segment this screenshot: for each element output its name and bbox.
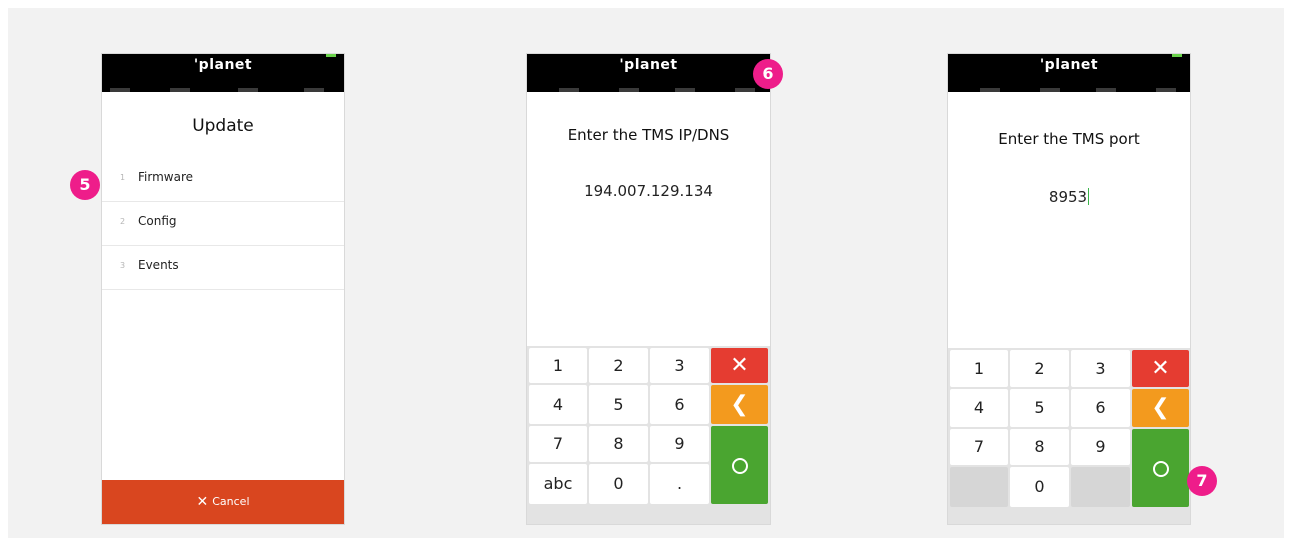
tms-port-screen: 'planet Enter the TMS port 8953 1 2 3 ✕ …	[947, 53, 1191, 525]
step-badge-6: 6	[753, 59, 783, 89]
ip-input[interactable]: 194.007.129.134	[527, 182, 770, 200]
ok-key[interactable]	[1132, 429, 1189, 507]
menu-item-config[interactable]: 2 Config	[102, 202, 344, 246]
page-title: Enter the TMS port	[998, 130, 1140, 148]
cancel-key[interactable]: ✕	[711, 348, 768, 383]
port-input[interactable]: 8953	[948, 188, 1190, 206]
key-9[interactable]: 9	[1071, 429, 1130, 465]
numeric-keypad: 1 2 3 ✕ 4 5 6 ❮ 7 8 9 abc 0 .	[527, 346, 770, 524]
battery-icon	[326, 54, 336, 57]
chevron-left-icon: ❮	[1151, 395, 1170, 420]
key-2[interactable]: 2	[589, 348, 648, 383]
menu-item-label: Config	[138, 214, 177, 228]
menu-item-label: Events	[138, 258, 179, 272]
key-7[interactable]: 7	[529, 426, 587, 462]
brand-logo: 'planet	[193, 57, 253, 73]
page-title: Enter the TMS IP/DNS	[567, 126, 730, 144]
ok-key[interactable]	[711, 426, 768, 504]
backspace-key[interactable]: ❮	[711, 385, 768, 424]
key-5[interactable]: 5	[589, 385, 648, 424]
key-4[interactable]: 4	[950, 389, 1008, 427]
key-1[interactable]: 1	[529, 348, 587, 383]
key-1[interactable]: 1	[950, 350, 1008, 387]
update-screen: 'planet Update 1 Firmware 2 Config 3 Eve…	[101, 53, 345, 525]
close-icon: ✕	[196, 494, 209, 510]
tab-indicators	[535, 88, 762, 92]
key-8[interactable]: 8	[1010, 429, 1069, 465]
blank-key-left	[950, 467, 1008, 507]
key-3[interactable]: 3	[650, 348, 709, 383]
top-bar: 'planet	[102, 54, 344, 92]
dot-key[interactable]: .	[650, 464, 709, 504]
key-5[interactable]: 5	[1010, 389, 1069, 427]
tms-ip-screen: 'planet Enter the TMS IP/DNS 194.007.129…	[526, 53, 771, 525]
abc-key[interactable]: abc	[529, 464, 587, 504]
key-8[interactable]: 8	[589, 426, 648, 462]
menu-item-events[interactable]: 3 Events	[102, 246, 344, 290]
brand-logo: 'planet	[619, 57, 678, 73]
cancel-button[interactable]: ✕ Cancel	[102, 480, 344, 524]
menu-item-number: 1	[120, 173, 126, 182]
port-value: 8953	[1048, 188, 1088, 206]
tab-indicators	[110, 88, 336, 92]
menu-item-label: Firmware	[138, 170, 193, 184]
key-7[interactable]: 7	[950, 429, 1008, 465]
menu-item-number: 3	[120, 261, 126, 270]
key-6[interactable]: 6	[1071, 389, 1130, 427]
key-0[interactable]: 0	[1010, 467, 1069, 507]
key-9[interactable]: 9	[650, 426, 709, 462]
top-bar: 'planet	[527, 54, 770, 92]
numeric-keypad: 1 2 3 ✕ 4 5 6 ❮ 7 8 9 0	[948, 348, 1190, 524]
cancel-key[interactable]: ✕	[1132, 350, 1189, 387]
top-bar: 'planet	[948, 54, 1190, 92]
battery-icon	[1172, 54, 1182, 57]
text-cursor	[1088, 188, 1090, 205]
key-6[interactable]: 6	[650, 385, 709, 424]
step-badge-5: 5	[70, 170, 100, 200]
backspace-key[interactable]: ❮	[1132, 389, 1189, 427]
close-icon: ✕	[1151, 356, 1170, 381]
key-0[interactable]: 0	[589, 464, 648, 504]
close-icon: ✕	[730, 353, 749, 378]
key-3[interactable]: 3	[1071, 350, 1130, 387]
menu-item-firmware[interactable]: 1 Firmware	[102, 158, 344, 202]
blank-key-right	[1071, 467, 1130, 507]
brand-logo: 'planet	[1039, 57, 1099, 73]
step-badge-7: 7	[1187, 466, 1217, 496]
tab-indicators	[956, 88, 1182, 92]
chevron-left-icon: ❮	[730, 392, 749, 417]
cancel-label: Cancel	[212, 495, 250, 508]
page-title: Update	[192, 116, 254, 136]
key-4[interactable]: 4	[529, 385, 587, 424]
circle-ok-icon	[1152, 460, 1169, 477]
menu-item-number: 2	[120, 217, 126, 226]
key-2[interactable]: 2	[1010, 350, 1069, 387]
circle-ok-icon	[731, 457, 748, 474]
